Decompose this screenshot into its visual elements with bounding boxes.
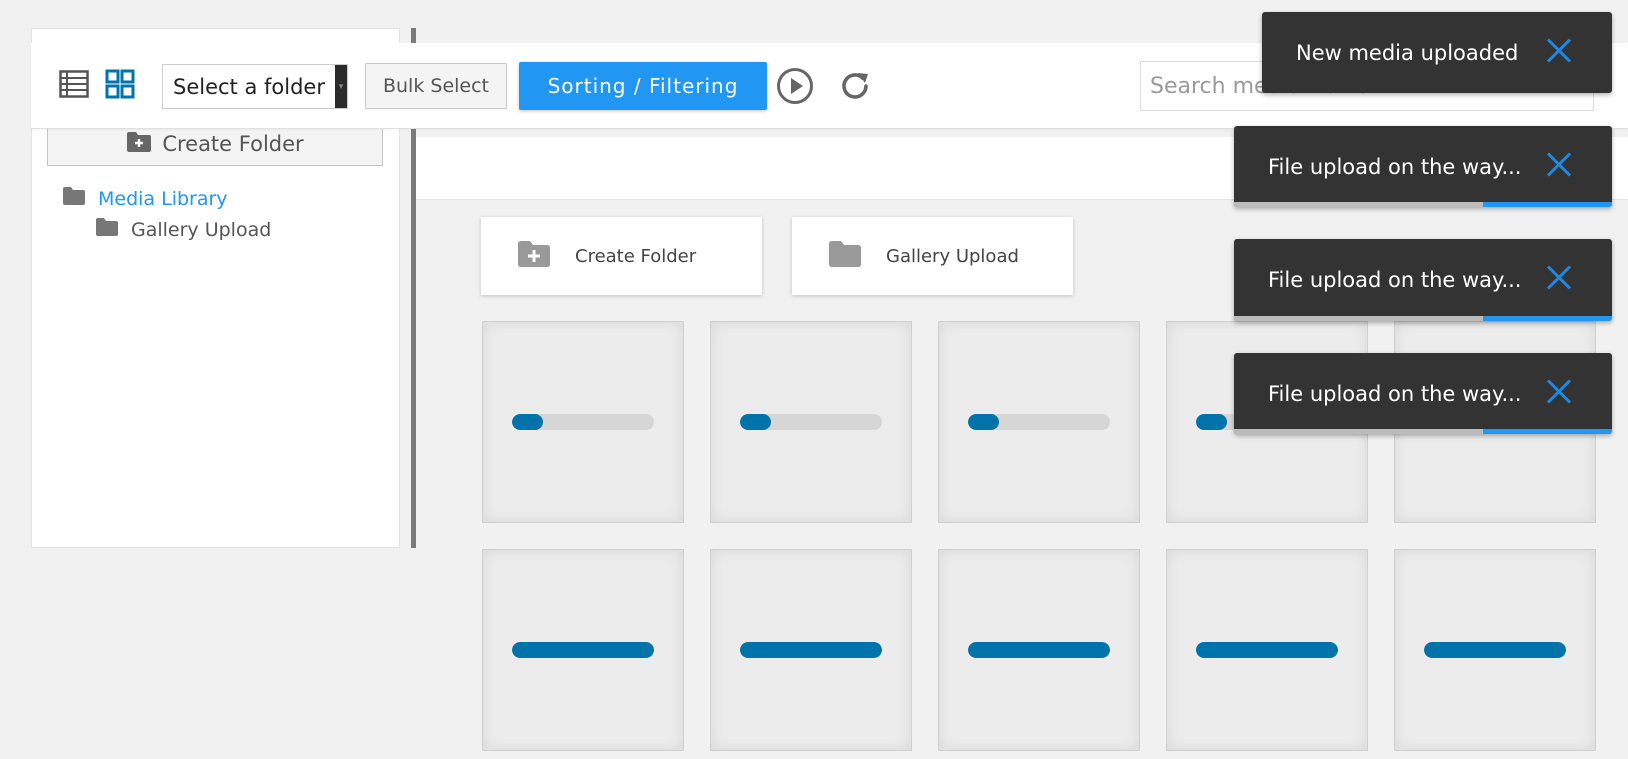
folder-icon	[95, 217, 119, 242]
toast-progress-fill	[1483, 429, 1612, 434]
media-upload-tile[interactable]	[938, 321, 1140, 523]
upload-progress-fill	[1196, 414, 1228, 430]
sidebar-create-folder-label: Create Folder	[162, 132, 304, 156]
folder-select-value: Select a folder	[173, 74, 325, 99]
toast-progress-bar	[1234, 202, 1612, 207]
upload-progress-bar	[740, 642, 882, 658]
tree-item-gallery-upload[interactable]: Gallery Upload	[95, 217, 271, 242]
upload-progress-fill	[512, 642, 654, 658]
upload-progress-bar	[512, 414, 654, 430]
close-icon[interactable]	[1545, 264, 1573, 297]
upload-progress-fill	[968, 414, 1000, 430]
toast-message: File upload on the way...	[1268, 381, 1522, 406]
toast-progress-fill	[1483, 316, 1612, 321]
list-view-icon[interactable]	[58, 68, 90, 100]
upload-progress-fill	[1196, 642, 1338, 658]
close-icon[interactable]	[1545, 36, 1573, 69]
folder-add-icon	[517, 240, 551, 273]
folder-icon	[828, 240, 862, 273]
upload-progress-fill	[740, 642, 882, 658]
folder-select[interactable]: Select a folder ▾	[162, 64, 348, 109]
play-icon[interactable]	[775, 66, 815, 106]
upload-progress-fill	[1424, 642, 1566, 658]
create-folder-card-label: Create Folder	[575, 245, 697, 267]
folder-icon	[62, 186, 86, 211]
toast-message: File upload on the way...	[1268, 268, 1522, 292]
media-upload-tile[interactable]	[1166, 549, 1368, 751]
sorting-filtering-button[interactable]: Sorting / Filtering	[519, 62, 767, 110]
chevron-down-icon: ▾	[335, 65, 347, 108]
grid-view-icon[interactable]	[104, 68, 136, 100]
media-upload-tile[interactable]	[1394, 549, 1596, 751]
toast-message: File upload on the way...	[1268, 154, 1522, 179]
toast-message: New media uploaded	[1296, 40, 1519, 65]
create-folder-card[interactable]: Create Folder	[481, 217, 762, 295]
close-icon[interactable]	[1545, 377, 1573, 410]
toast-notification: File upload on the way...	[1234, 126, 1612, 207]
upload-progress-bar	[740, 414, 882, 430]
tree-item-media-library[interactable]: Media Library	[62, 186, 228, 211]
bulk-select-button[interactable]: Bulk Select	[365, 63, 507, 109]
media-upload-tile[interactable]	[710, 549, 912, 751]
refresh-icon[interactable]	[836, 67, 874, 105]
upload-progress-bar	[1196, 642, 1338, 658]
media-upload-tile[interactable]	[482, 549, 684, 751]
upload-progress-fill	[512, 414, 544, 430]
media-upload-tile[interactable]	[938, 549, 1140, 751]
tree-item-label: Gallery Upload	[131, 218, 272, 241]
toast-progress-fill	[1483, 202, 1612, 207]
gallery-upload-card-label: Gallery Upload	[886, 245, 1019, 267]
upload-progress-bar	[512, 642, 654, 658]
toast-notification: File upload on the way...	[1234, 239, 1612, 321]
folder-add-icon	[126, 131, 152, 158]
toast-notification: File upload on the way...	[1234, 353, 1612, 434]
toast-notification: New media uploaded	[1262, 12, 1612, 93]
upload-progress-bar	[968, 642, 1110, 658]
upload-progress-bar	[968, 414, 1110, 430]
gallery-upload-folder-card[interactable]: Gallery Upload	[792, 217, 1073, 295]
upload-progress-bar	[1424, 642, 1566, 658]
media-upload-tile[interactable]	[482, 321, 684, 523]
upload-progress-fill	[740, 414, 772, 430]
toast-progress-bar	[1234, 429, 1612, 434]
tree-item-label: Media Library	[98, 187, 228, 210]
media-upload-tile[interactable]	[710, 321, 912, 523]
close-icon[interactable]	[1545, 150, 1573, 183]
upload-progress-fill	[968, 642, 1110, 658]
toast-progress-bar	[1234, 316, 1612, 321]
